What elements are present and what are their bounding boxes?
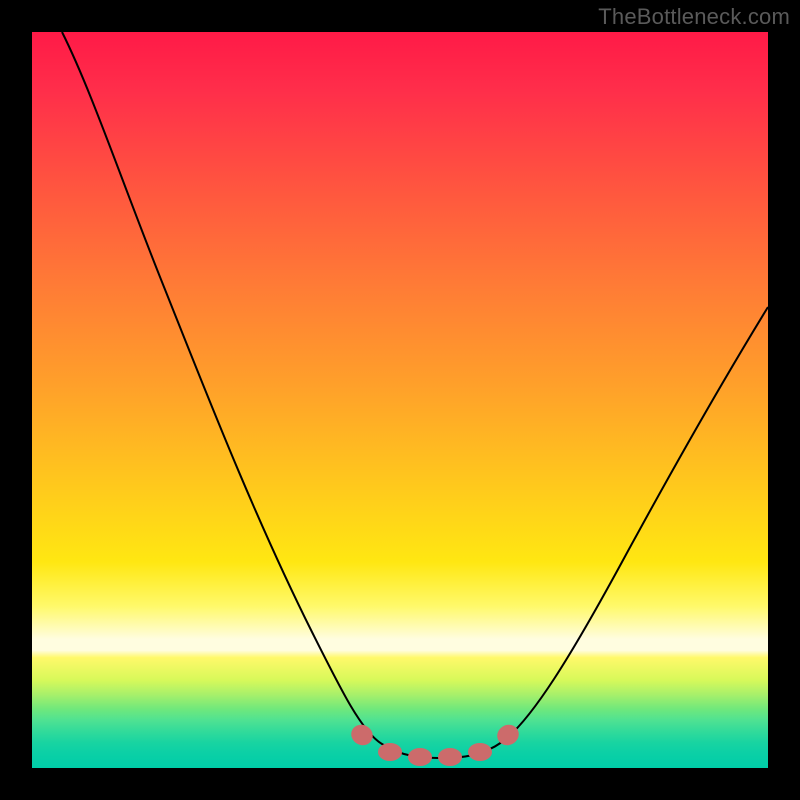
valley-dots (347, 721, 522, 766)
watermark-text: TheBottleneck.com (598, 4, 790, 30)
plot-area (32, 32, 768, 768)
bottleneck-curve-path (62, 32, 768, 758)
curve-svg (32, 32, 768, 768)
chart-frame: TheBottleneck.com (0, 0, 800, 800)
